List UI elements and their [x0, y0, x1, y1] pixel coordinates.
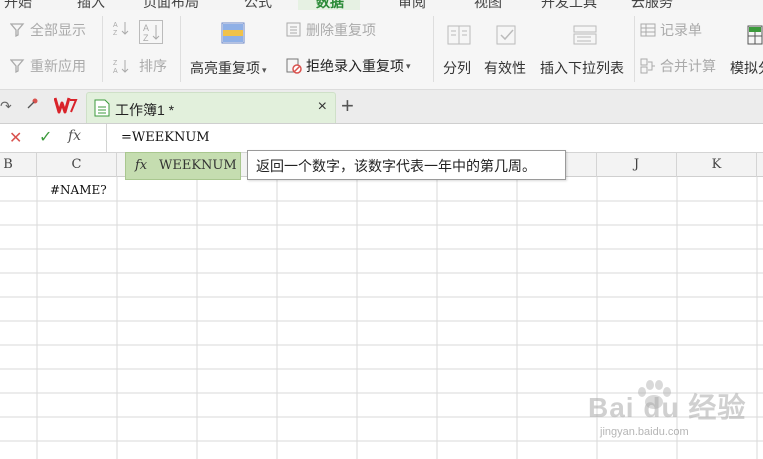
reject-duplicates-label: 拒绝录入重复项	[306, 58, 404, 74]
tab-page-layout[interactable]: 页面布局	[143, 0, 199, 10]
ribbon-divider	[634, 16, 635, 82]
baidu-jingyan-watermark: Bai du 经验 jingyan.baidu.com	[588, 378, 763, 458]
records-button[interactable]: 记录单	[640, 20, 702, 40]
watermark-url: jingyan.baidu.com	[600, 426, 689, 438]
ribbon-divider	[433, 16, 434, 82]
sort-button[interactable]: ZA 排序	[113, 56, 167, 76]
sort-az-box-icon: AZ	[139, 20, 163, 44]
validation-button[interactable]: 有效性	[484, 58, 526, 78]
validation-icon	[495, 24, 519, 46]
svg-text:Z: Z	[143, 33, 149, 43]
wps-logo-icon[interactable]	[53, 95, 78, 118]
formula-bar: ✕ ✓ fx =WEEKNUM	[0, 124, 763, 153]
remove-duplicates-button[interactable]: 删除重复项	[286, 20, 376, 40]
highlight-duplicates-label: 高亮重复项	[190, 60, 260, 76]
svg-text:Z: Z	[113, 60, 118, 67]
insert-function-icon[interactable]: fx	[68, 128, 81, 144]
sort-ascending-button[interactable]: AZ	[113, 20, 133, 37]
chevron-down-icon: ▾	[262, 65, 267, 75]
consolidate-icon	[640, 58, 656, 74]
svg-text:A: A	[143, 23, 149, 33]
pin-icon[interactable]	[26, 96, 40, 113]
consolidate-button[interactable]: 合并计算	[640, 56, 716, 76]
column-header-c[interactable]: C	[37, 153, 117, 177]
insert-dropdown-button[interactable]: 插入下拉列表	[540, 58, 624, 78]
simulate-icon	[747, 24, 763, 46]
menu-tab-strip: 开始 插入 页面布局 公式 数据 审阅 视图 开发工具 云服务	[0, 0, 763, 10]
reapply-label: 重新应用	[30, 58, 86, 74]
split-column-button[interactable]: 分列	[443, 58, 471, 78]
insert-dropdown-icon	[573, 24, 597, 46]
ribbon-data: 全部显示 重新应用 AZ AZ ZA 排序 高亮重复项 ▾ 删除重复项 拒绝录入…	[0, 10, 763, 90]
spreadsheet-file-icon	[94, 99, 110, 120]
tab-formulas[interactable]: 公式	[244, 0, 272, 10]
sort-descending-icon: ZA	[113, 58, 129, 75]
ribbon-divider	[180, 16, 181, 82]
reject-duplicates-button[interactable]: 拒绝录入重复项 ▾	[286, 56, 411, 76]
sort-ascending-icon: AZ	[113, 20, 129, 37]
watermark-brand: Bai du 经验	[588, 392, 747, 423]
sort-custom-button[interactable]: AZ	[139, 20, 167, 44]
sort-label: 排序	[139, 58, 167, 74]
workbook-title: 工作簿1 *	[115, 102, 175, 118]
document-tab-bar: ↷ 工作簿1 * × +	[0, 90, 763, 124]
tab-insert[interactable]: 插入	[77, 0, 105, 10]
tab-developer[interactable]: 开发工具	[541, 0, 597, 10]
highlight-duplicates-button[interactable]: 高亮重复项 ▾	[190, 58, 267, 78]
filter-clear-icon	[9, 22, 26, 38]
remove-duplicates-icon	[286, 22, 302, 38]
cancel-icon[interactable]: ✕	[9, 128, 22, 148]
reject-duplicates-icon	[286, 58, 302, 74]
enter-icon[interactable]: ✓	[39, 127, 52, 147]
chevron-down-icon: ▾	[406, 60, 411, 71]
column-header-b[interactable]: B	[0, 153, 37, 177]
simulate-button[interactable]: 模拟分	[730, 58, 763, 78]
show-all-button[interactable]: 全部显示	[9, 20, 86, 40]
function-icon: fx	[135, 158, 148, 173]
function-description-tooltip: 返回一个数字，该数字代表一年中的第几周。	[247, 150, 566, 180]
svg-text:A: A	[113, 68, 118, 74]
tab-home[interactable]: 开始	[4, 0, 32, 10]
function-name: WEEKNUM	[159, 158, 237, 173]
split-column-icon	[447, 24, 471, 46]
svg-text:Z: Z	[113, 30, 118, 36]
tab-cloud[interactable]: 云服务	[631, 0, 673, 10]
formula-bar-divider	[106, 124, 107, 153]
records-label: 记录单	[660, 22, 702, 38]
function-autocomplete-item[interactable]: fx WEEKNUM	[125, 152, 241, 180]
cell-c1-value[interactable]: #NAME?	[50, 183, 107, 197]
remove-duplicates-label: 删除重复项	[306, 22, 376, 38]
reapply-button[interactable]: 重新应用	[9, 56, 86, 76]
tab-view[interactable]: 视图	[474, 0, 502, 10]
close-tab-icon[interactable]: ×	[318, 98, 327, 116]
tab-workbook[interactable]: 工作簿1 * ×	[86, 92, 336, 123]
ribbon-divider	[102, 16, 103, 82]
redo-icon[interactable]: ↷	[0, 98, 12, 115]
records-icon	[640, 22, 656, 38]
new-tab-button[interactable]: +	[341, 93, 354, 119]
formula-input[interactable]: =WEEKNUM	[121, 130, 210, 145]
svg-text:A: A	[113, 22, 118, 29]
tab-data[interactable]: 数据	[316, 0, 344, 10]
column-header-k[interactable]: K	[677, 153, 757, 177]
show-all-label: 全部显示	[30, 22, 86, 38]
tab-review[interactable]: 审阅	[398, 0, 426, 10]
consolidate-label: 合并计算	[660, 58, 716, 74]
filter-reapply-icon	[9, 58, 26, 74]
column-header-j[interactable]: J	[597, 153, 677, 177]
highlight-duplicates-icon	[221, 22, 245, 44]
